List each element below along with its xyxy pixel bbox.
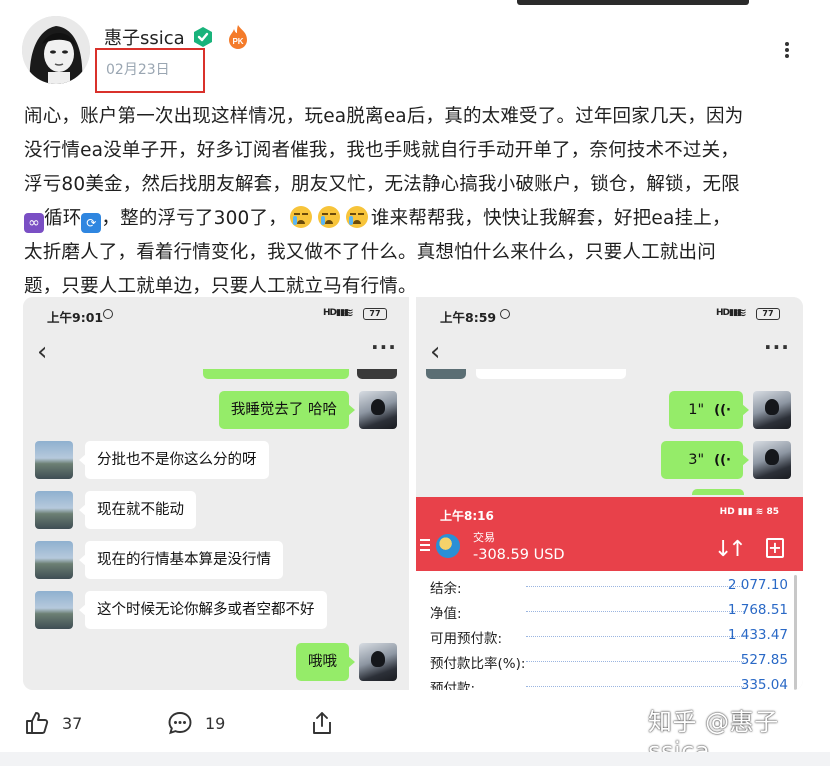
top-bar-fragment xyxy=(517,0,749,5)
voice-duration: 1" xyxy=(688,402,705,418)
sort-icon[interactable]: ↓↑ xyxy=(714,537,747,562)
battery-icon: 77 xyxy=(756,308,780,320)
post-body: 闹心，账户第一次出现这样情况，玩ea脱离ea后，真的太难受了。过年回家几天，因为… xyxy=(24,100,814,304)
verified-badge-icon xyxy=(192,26,214,48)
message-bubble-received: 这个时候无论你解多或者空都不好 xyxy=(79,591,327,629)
wifi-icon: ≋ xyxy=(736,306,747,321)
partial-avatar xyxy=(357,369,397,379)
post-images[interactable]: 上午9:01 HD▮▮▮ ≋ 77 ‹ ··· 我睡觉去了 哈哈 分批也不是你这… xyxy=(23,297,803,690)
summary-row: 可用预付款: 1 433.47 xyxy=(430,627,788,647)
chat-screenshot-left[interactable]: 上午9:01 HD▮▮▮ ≋ 77 ‹ ··· 我睡觉去了 哈哈 分批也不是你这… xyxy=(23,297,409,690)
chat-screenshot-right[interactable]: 上午8:59 HD▮▮▮ ≋ 77 ‹ ··· 1" ((· 3" ((· 上午8:… xyxy=(416,297,803,690)
friend-avatar[interactable] xyxy=(35,491,73,529)
date-highlight-box: 02月23日 xyxy=(95,48,205,93)
post-line: 太折磨人了，看着行情变化，我又做不了什么。真想怕什么来什么，只要人工就出问 xyxy=(24,242,716,263)
svg-text:PK: PK xyxy=(232,37,243,46)
summary-row: 结余: 2 077.10 xyxy=(430,577,788,597)
summary-row: 预付款: 335.04 xyxy=(430,677,788,690)
voice-message[interactable]: 1" ((· xyxy=(669,391,749,429)
status-bar: 上午8:59 HD▮▮▮ ≋ 77 xyxy=(416,297,803,331)
friend-avatar[interactable] xyxy=(35,541,73,579)
trade-header: 上午8:16 HD ▮▮▮ ≋ 85 交易 -308.59 USD ↓↑ + xyxy=(416,497,803,571)
message-bubble-sent: 我睡觉去了 哈哈 xyxy=(218,391,356,429)
summary-row: 净值: 1 768.51 xyxy=(430,602,788,622)
chat-more-icon[interactable]: ··· xyxy=(764,335,790,359)
account-summary: 结余: 2 077.10 净值: 1 768.51 可用预付款: 1 433.47 预… xyxy=(416,573,796,690)
app-logo-icon xyxy=(436,534,460,558)
voice-message[interactable]: 3" ((· xyxy=(661,441,749,479)
message-bubble-received: 现在就不能动 xyxy=(79,491,196,529)
battery-icon: 77 xyxy=(363,308,387,320)
post-fragment: 循环 xyxy=(44,208,82,229)
summary-row: 预付款比率(%): 527.85 xyxy=(430,652,788,672)
author-name[interactable]: 惠子ssica xyxy=(104,24,185,50)
infinity-emoji-icon: ∞ xyxy=(24,213,44,233)
post-line-with-icons: ∞ 循环 ⟳ ，整的浮亏了300了， 谁来帮帮我，快快让我解套，好把ea挂上， xyxy=(24,202,814,236)
friend-avatar[interactable] xyxy=(35,591,73,629)
status-bar: 上午9:01 HD▮▮▮ ≋ 77 xyxy=(23,297,409,331)
like-icon xyxy=(26,712,49,734)
scrollbar[interactable] xyxy=(794,575,797,690)
post-line: 浮亏80美金，然后找朋友解套，朋友又忙，无法静心搞我小破账户，锁仓，解锁，无限 xyxy=(24,174,740,195)
post-fragment: 谁来帮帮我，快快让我解套，好把ea挂上， xyxy=(370,208,731,229)
message-bubble-received: 现在的行情基本算是没行情 xyxy=(79,541,283,579)
pk-badge-icon: PK xyxy=(227,24,249,50)
chat-more-icon[interactable]: ··· xyxy=(371,335,397,359)
message-bubble-sent: 哦哦 xyxy=(296,643,355,681)
share-icon xyxy=(313,712,331,734)
trade-label: 交易 xyxy=(473,531,495,544)
like-button[interactable]: 37 xyxy=(24,708,82,738)
alarm-icon xyxy=(500,309,510,319)
menu-icon[interactable] xyxy=(420,539,430,551)
my-avatar[interactable] xyxy=(753,441,791,479)
post-fragment: ，整的浮亏了300了， xyxy=(101,208,287,229)
voice-wave-icon: ((· xyxy=(714,453,731,468)
bottom-strip xyxy=(0,752,830,766)
post-line: 没行情ea没单子开，好多订阅者催我，我也手贱就自行手动开单了，奈何技术不过关， xyxy=(24,140,740,161)
battery-level: 85 xyxy=(766,507,779,517)
my-avatar[interactable] xyxy=(359,391,397,429)
partial-bubble xyxy=(476,369,626,379)
status-time: 上午8:16 xyxy=(440,509,494,523)
crying-emoji-icon xyxy=(317,206,340,228)
alarm-icon xyxy=(103,309,113,319)
comment-button[interactable]: 19 xyxy=(167,708,225,738)
image-divider xyxy=(409,297,416,690)
partial-bubble xyxy=(692,489,744,495)
author-avatar[interactable] xyxy=(22,16,90,84)
back-icon[interactable]: ‹ xyxy=(37,339,47,365)
partial-bubble xyxy=(203,369,349,379)
my-avatar[interactable] xyxy=(359,643,397,681)
status-time: 上午8:59 xyxy=(440,310,497,325)
comment-icon xyxy=(168,712,192,735)
my-avatar[interactable] xyxy=(753,391,791,429)
voice-wave-icon: ((· xyxy=(714,403,731,418)
add-order-icon[interactable]: + xyxy=(766,538,784,558)
post-date: 02月23日 xyxy=(106,62,170,78)
comment-count: 19 xyxy=(205,713,226,733)
voice-duration: 3" xyxy=(688,452,705,468)
share-button[interactable] xyxy=(310,708,346,738)
partial-avatar xyxy=(426,369,466,379)
floating-pnl: -308.59 USD xyxy=(473,547,565,563)
status-icons: HD ▮▮▮ ≋ 85 xyxy=(719,507,779,517)
repeat-emoji-icon: ⟳ xyxy=(81,213,102,233)
back-icon[interactable]: ‹ xyxy=(430,339,440,365)
post-line: 闹心，账户第一次出现这样情况，玩ea脱离ea后，真的太难受了。过年回家几天，因为 xyxy=(24,106,744,127)
status-time: 上午9:01 xyxy=(47,310,104,325)
message-bubble-received: 分批也不是你这么分的呀 xyxy=(79,441,269,479)
crying-emoji-icon xyxy=(289,206,312,228)
friend-avatar[interactable] xyxy=(35,441,73,479)
trading-app-screenshot[interactable]: 上午8:16 HD ▮▮▮ ≋ 85 交易 -308.59 USD ↓↑ + 结… xyxy=(416,497,803,690)
more-icon[interactable] xyxy=(774,38,800,62)
wifi-icon: ≋ xyxy=(343,306,354,321)
crying-emoji-icon xyxy=(345,206,368,228)
like-count: 37 xyxy=(62,713,83,733)
